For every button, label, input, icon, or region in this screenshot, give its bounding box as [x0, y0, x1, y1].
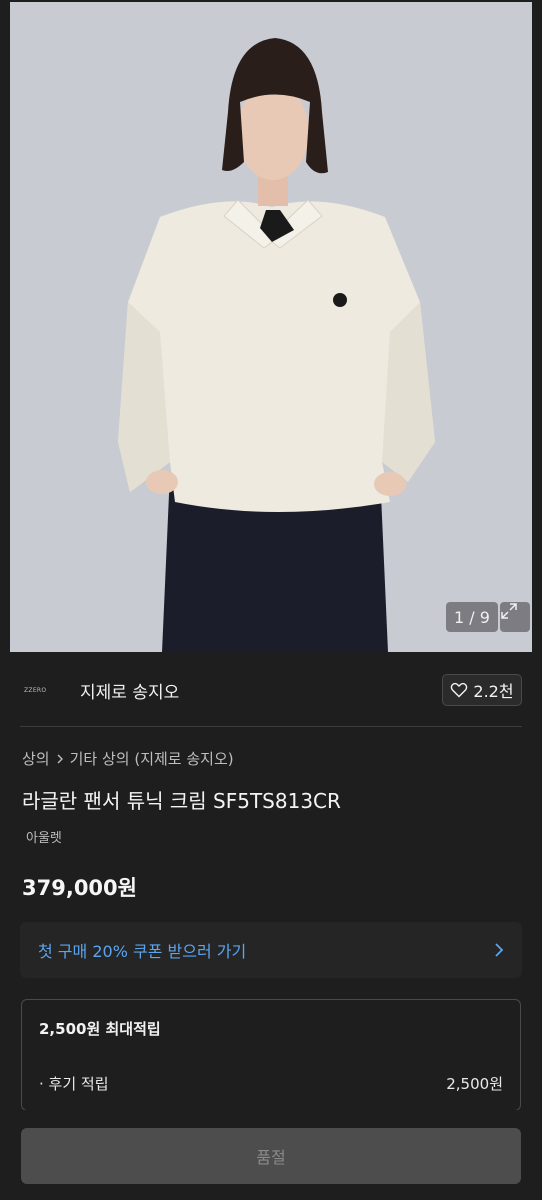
breadcrumb: 상의 기타 상의 (지제로 송지오)	[22, 748, 234, 769]
image-counter: 1 / 9	[446, 602, 498, 632]
product-title: 라글란 팬서 튜닉 크림 SF5TS813CR	[22, 789, 341, 813]
outlet-tag: 아울렛	[26, 831, 62, 846]
product-price: 379,000원	[22, 876, 137, 900]
breadcrumb-category[interactable]: 상의	[22, 748, 50, 769]
chevron-right-icon	[495, 943, 504, 957]
product-image[interactable]: 1 / 9	[10, 2, 532, 652]
heart-icon	[451, 682, 468, 698]
chevron-right-icon	[57, 754, 63, 763]
points-row-label: · 후기 적립	[39, 1075, 109, 1093]
soldout-button[interactable]: 품절	[21, 1128, 521, 1184]
points-title: 2,500원 최대적립	[39, 1020, 161, 1038]
expand-icon	[501, 603, 517, 619]
divider	[20, 726, 522, 727]
points-box: 2,500원 최대적립 · 후기 적립 2,500원	[21, 999, 521, 1111]
points-row: · 후기 적립 2,500원	[39, 1073, 503, 1094]
expand-button[interactable]	[500, 602, 530, 632]
like-count: 2.2천	[473, 682, 514, 701]
brand-name[interactable]: 지제로 송지오	[80, 678, 179, 703]
brand-row[interactable]: ZZERO 지제로 송지오 2.2천	[20, 672, 522, 708]
points-row-value: 2,500원	[446, 1075, 503, 1093]
like-button[interactable]: 2.2천	[442, 674, 522, 706]
breadcrumb-subcategory[interactable]: 기타 상의 (지제로 송지오)	[70, 748, 234, 769]
coupon-label: 첫 구매 20% 쿠폰 받으러 가기	[38, 942, 247, 961]
brand-logo-text: ZZERO	[24, 686, 47, 694]
coupon-banner[interactable]: 첫 구매 20% 쿠폰 받으러 가기	[20, 922, 522, 978]
brand-logo[interactable]: ZZERO	[24, 683, 62, 697]
product-photo-illustration	[10, 2, 532, 652]
